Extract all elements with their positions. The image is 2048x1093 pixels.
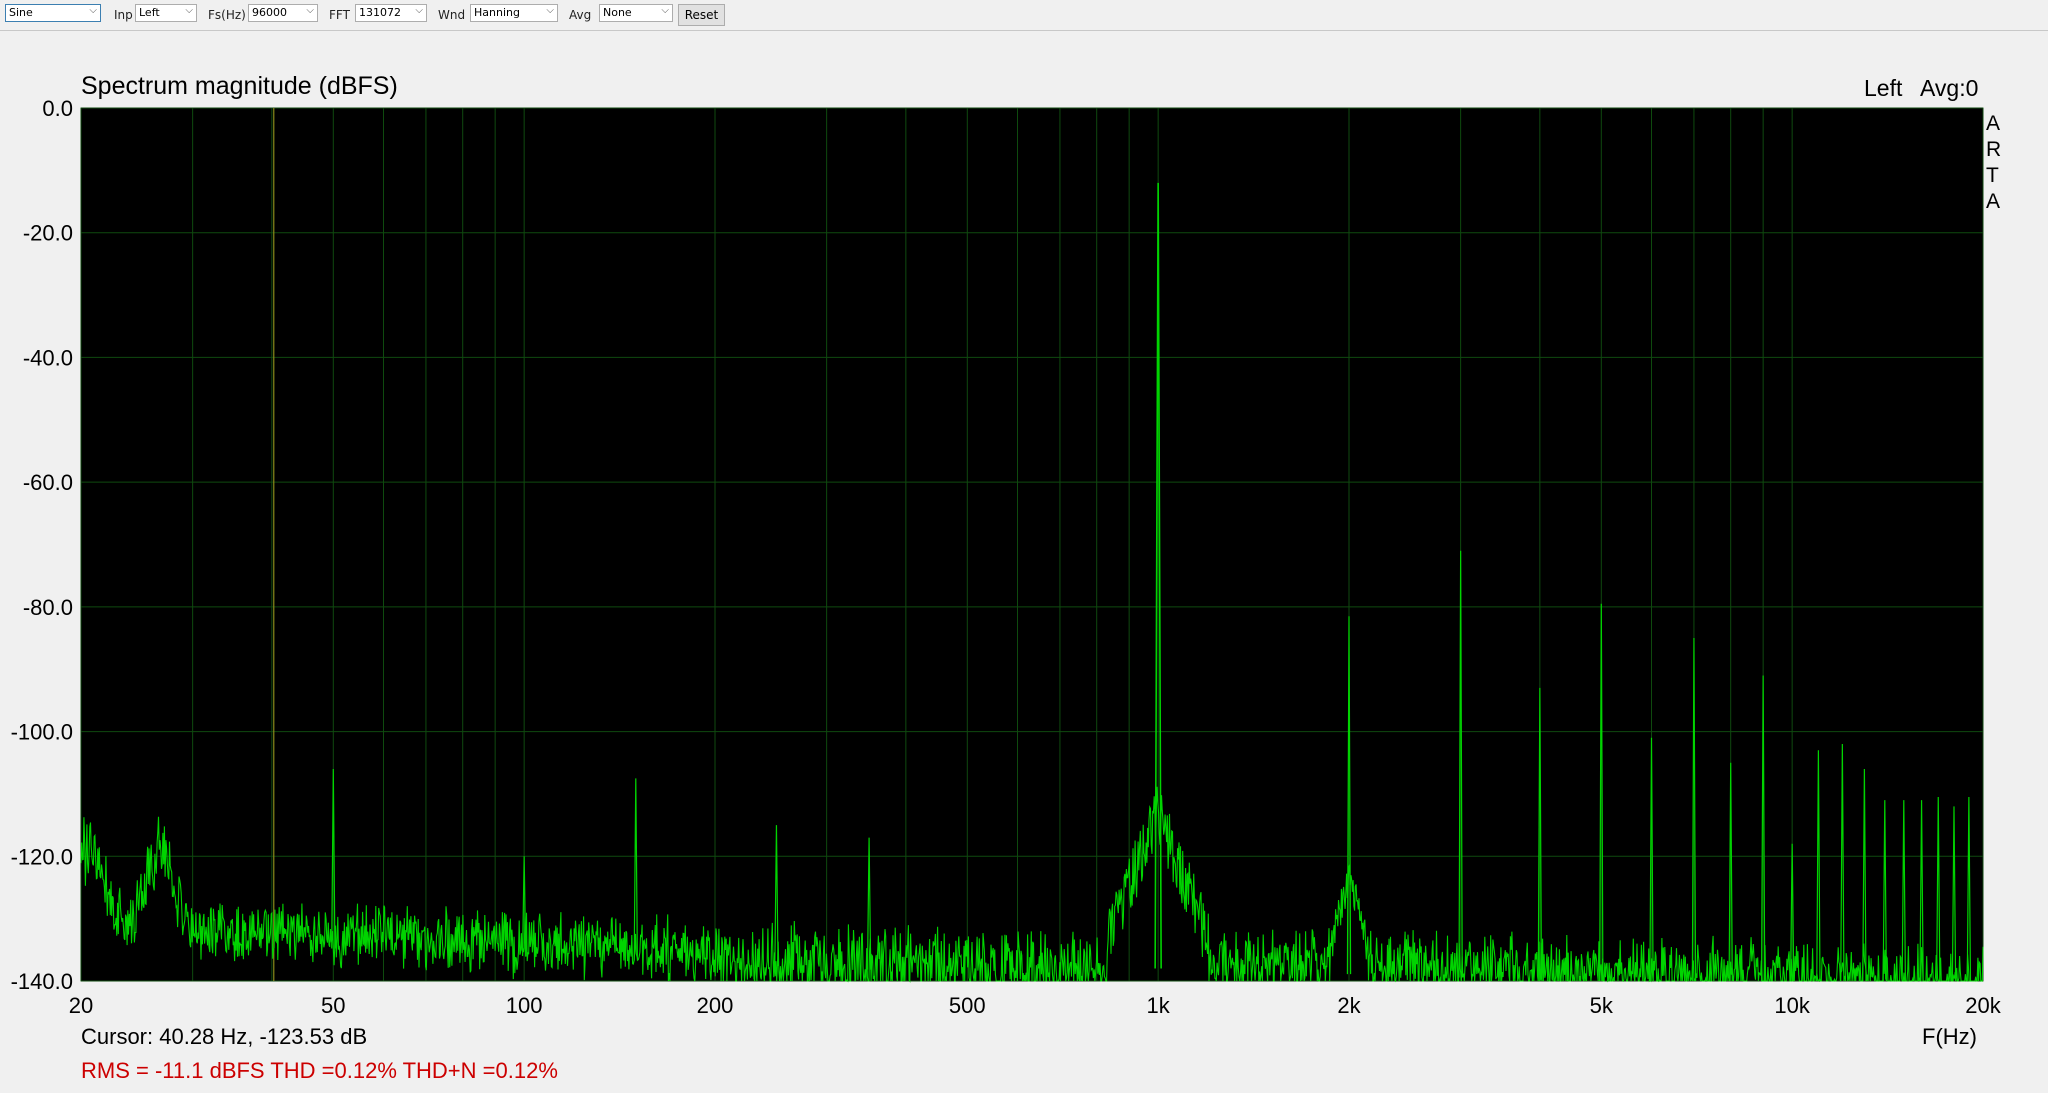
watermark-letter: T xyxy=(1986,164,1999,187)
input-channel-select[interactable]: Left ⌵ xyxy=(135,4,197,22)
generator-select[interactable]: Sine ⌵ xyxy=(5,4,101,22)
y-tick-label: -120.0 xyxy=(11,844,73,869)
chevron-down-icon: ⌵ xyxy=(415,5,423,16)
fft-size-select[interactable]: 131072 ⌵ xyxy=(355,4,427,22)
wnd-label: Wnd xyxy=(438,8,466,22)
x-tick-label: 5k xyxy=(1590,993,1614,1018)
avg-label: Avg xyxy=(569,8,592,22)
chart-title: Spectrum magnitude (dBFS) xyxy=(81,72,398,100)
y-tick-label: -140.0 xyxy=(11,969,73,994)
chevron-down-icon: ⌵ xyxy=(89,5,97,16)
window-select[interactable]: Hanning ⌵ xyxy=(470,4,558,22)
rms-thd-summary: RMS = -11.1 dBFS THD =0.12% THD+N =0.12% xyxy=(81,1058,558,1083)
averaging-select[interactable]: None ⌵ xyxy=(599,4,673,22)
x-tick-label: 2k xyxy=(1337,993,1361,1018)
chevron-down-icon: ⌵ xyxy=(546,5,554,16)
x-axis-label: F(Hz) xyxy=(1922,1024,1977,1049)
watermark-letter: A xyxy=(1986,190,2000,213)
watermark-letter: A xyxy=(1986,112,2000,135)
reset-button[interactable]: Reset xyxy=(678,4,725,26)
watermark-letter: R xyxy=(1986,138,2001,161)
x-tick-label: 1k xyxy=(1147,993,1171,1018)
chevron-down-icon: ⌵ xyxy=(185,5,193,16)
x-tick-label: 100 xyxy=(506,993,543,1018)
x-tick-label: 200 xyxy=(697,993,734,1018)
chevron-down-icon: ⌵ xyxy=(306,5,314,16)
x-tick-label: 50 xyxy=(321,993,345,1018)
y-tick-label: 0.0 xyxy=(42,96,73,121)
fft-label: FFT xyxy=(329,8,350,22)
fs-label: Fs(Hz) xyxy=(208,8,246,22)
arta-watermark: A R T A xyxy=(1986,112,2001,213)
y-tick-label: -100.0 xyxy=(11,720,73,745)
spectrum-chart[interactable]: Spectrum magnitude (dBFS) Left Avg:0 0.0… xyxy=(0,31,2048,1093)
x-tick-label: 20 xyxy=(69,993,93,1018)
channel-label: Left xyxy=(1864,75,1903,101)
cursor-readout: Cursor: 40.28 Hz, -123.53 dB xyxy=(81,1024,367,1049)
toolbar: Sine ⌵ Inp Left ⌵ Fs(Hz) 96000 ⌵ FFT 131… xyxy=(0,0,2048,31)
x-tick-label: 20k xyxy=(1965,993,2001,1018)
y-tick-label: -80.0 xyxy=(23,595,73,620)
x-tick-label: 500 xyxy=(949,993,986,1018)
chevron-down-icon: ⌵ xyxy=(661,5,669,16)
y-tick-label: -60.0 xyxy=(23,470,73,495)
y-tick-label: -40.0 xyxy=(23,345,73,370)
y-tick-label: -20.0 xyxy=(23,221,73,246)
inp-label: Inp xyxy=(114,8,133,22)
sample-rate-select[interactable]: 96000 ⌵ xyxy=(248,4,318,22)
plot-area[interactable] xyxy=(80,107,1984,982)
avg-count-label: Avg:0 xyxy=(1920,75,1978,101)
x-tick-label: 10k xyxy=(1774,993,1810,1018)
